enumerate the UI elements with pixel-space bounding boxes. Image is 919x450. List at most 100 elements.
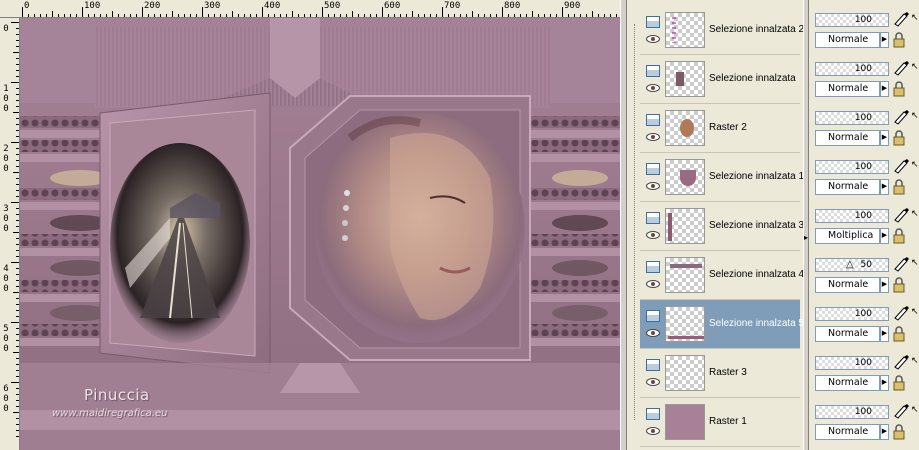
edit-brush-icon[interactable] bbox=[892, 109, 910, 125]
opacity-slider[interactable]: 100 bbox=[815, 405, 889, 419]
lock-icon[interactable] bbox=[892, 179, 910, 195]
layer-type-icon[interactable] bbox=[646, 408, 660, 420]
layer-name[interactable]: Selezione innalzata 5 bbox=[709, 318, 804, 329]
dropdown-arrow-icon[interactable]: ▶ bbox=[880, 81, 889, 97]
layer-row[interactable]: Selezione innalzata 5 bbox=[640, 300, 804, 348]
dropdown-arrow-icon[interactable]: ▶ bbox=[880, 130, 889, 146]
lock-icon[interactable] bbox=[892, 326, 910, 342]
ruler-minor-tick bbox=[610, 14, 611, 17]
layer-name[interactable]: Selezione innalzata 4 bbox=[709, 269, 804, 280]
ruler-label: 0 bbox=[3, 94, 9, 104]
lock-icon[interactable] bbox=[892, 32, 910, 48]
dropdown-arrow-icon[interactable]: ▶ bbox=[880, 32, 889, 48]
opacity-slider[interactable]: 100 bbox=[815, 160, 889, 174]
layer-name[interactable]: Raster 1 bbox=[709, 416, 747, 427]
dropdown-arrow-icon[interactable]: ▶ bbox=[880, 424, 889, 440]
dropdown-arrow-icon[interactable]: ▶ bbox=[880, 228, 889, 244]
layer-type-icon[interactable] bbox=[646, 163, 660, 175]
slider-thumb-icon[interactable]: △ bbox=[846, 259, 854, 271]
layer-type-icon[interactable] bbox=[646, 212, 660, 224]
link-icon[interactable]: ↖ bbox=[911, 355, 919, 365]
visibility-eye-icon[interactable] bbox=[646, 279, 660, 288]
ruler-minor-tick bbox=[16, 88, 19, 89]
visibility-eye-icon[interactable] bbox=[646, 181, 660, 190]
layer-row[interactable]: Raster 2 bbox=[640, 104, 800, 152]
visibility-eye-icon[interactable] bbox=[646, 83, 660, 92]
layer-type-icon[interactable] bbox=[646, 310, 660, 322]
layer-row[interactable]: Raster 3 bbox=[640, 349, 800, 397]
opacity-slider[interactable]: 100 bbox=[815, 356, 889, 370]
edit-brush-icon[interactable] bbox=[892, 354, 910, 370]
layer-type-icon[interactable] bbox=[646, 261, 660, 273]
opacity-slider[interactable]: 100 bbox=[815, 209, 889, 223]
image-canvas[interactable]: Pinuccia www.maidiregrafica.eu bbox=[20, 18, 620, 450]
layer-name[interactable]: Raster 3 bbox=[709, 367, 747, 378]
layer-type-icon[interactable] bbox=[646, 359, 660, 371]
visibility-eye-icon[interactable] bbox=[646, 377, 660, 386]
lock-icon[interactable] bbox=[892, 228, 910, 244]
ruler-tick bbox=[11, 202, 19, 203]
opacity-slider[interactable]: 100 bbox=[815, 111, 889, 125]
layer-row[interactable]: Selezione innalzata 3 bbox=[640, 202, 804, 250]
blend-mode-select[interactable]: Moltiplica bbox=[815, 228, 880, 244]
link-icon[interactable]: ↖ bbox=[911, 110, 919, 120]
blend-mode-select[interactable]: Normale bbox=[815, 179, 880, 195]
blend-mode-select[interactable]: Normale bbox=[815, 32, 880, 48]
visibility-eye-icon[interactable] bbox=[646, 328, 660, 337]
layer-name[interactable]: Selezione innalzata bbox=[709, 73, 796, 84]
visibility-eye-icon[interactable] bbox=[646, 426, 660, 435]
website-watermark: www.maidiregrafica.eu bbox=[52, 408, 168, 419]
opacity-slider[interactable]: 100 bbox=[815, 62, 889, 76]
layer-type-icon[interactable] bbox=[646, 65, 660, 77]
dropdown-arrow-icon[interactable]: ▶ bbox=[880, 277, 889, 293]
link-icon[interactable]: ↖ bbox=[911, 12, 919, 22]
link-icon[interactable]: ↖ bbox=[911, 306, 919, 316]
layer-type-icon[interactable] bbox=[646, 114, 660, 126]
layer-row[interactable]: Raster 1 bbox=[640, 398, 800, 446]
blend-mode-select[interactable]: Normale bbox=[815, 130, 880, 146]
link-icon[interactable]: ↖ bbox=[911, 159, 919, 169]
layer-row[interactable]: Selezione innalzata bbox=[640, 55, 800, 103]
dropdown-arrow-icon[interactable]: ▶ bbox=[880, 326, 889, 342]
link-icon[interactable]: ↖ bbox=[911, 208, 919, 218]
layer-row[interactable]: Selezione innalzata 4 bbox=[640, 251, 804, 299]
layer-name[interactable]: Selezione innalzata 1 bbox=[709, 171, 804, 182]
ruler-label: 0 bbox=[3, 214, 9, 224]
layer-row[interactable]: Selezione innalzata 2 bbox=[640, 6, 804, 54]
edit-brush-icon[interactable] bbox=[892, 60, 910, 76]
blend-mode-select[interactable]: Normale bbox=[815, 424, 880, 440]
edit-brush-icon[interactable] bbox=[892, 207, 910, 223]
lock-icon[interactable] bbox=[892, 375, 910, 391]
link-icon[interactable]: ↖ bbox=[911, 404, 919, 414]
dropdown-arrow-icon[interactable]: ▶ bbox=[880, 179, 889, 195]
layer-type-icon[interactable] bbox=[646, 16, 660, 28]
layer-name[interactable]: Selezione innalzata 3 bbox=[709, 220, 804, 231]
lock-icon[interactable] bbox=[892, 81, 910, 97]
layer-name[interactable]: Raster 2 bbox=[709, 122, 747, 133]
link-icon[interactable]: ↖ bbox=[911, 61, 919, 71]
edit-brush-icon[interactable] bbox=[892, 305, 910, 321]
lock-icon[interactable] bbox=[892, 130, 910, 146]
dropdown-arrow-icon[interactable]: ▶ bbox=[880, 375, 889, 391]
link-icon[interactable]: ↖ bbox=[911, 257, 919, 267]
blend-mode-select[interactable]: Normale bbox=[815, 375, 880, 391]
layer-row[interactable]: Selezione innalzata 1 bbox=[640, 153, 804, 201]
visibility-eye-icon[interactable] bbox=[646, 230, 660, 239]
layer-name[interactable]: Selezione innalzata 2 bbox=[709, 24, 804, 35]
edit-brush-icon[interactable] bbox=[892, 256, 910, 272]
panel-splitter[interactable] bbox=[803, 0, 809, 450]
blend-mode-select[interactable]: Normale bbox=[815, 326, 880, 342]
edit-brush-icon[interactable] bbox=[892, 403, 910, 419]
blend-mode-select[interactable]: Normale bbox=[815, 277, 880, 293]
collapse-arrow-icon[interactable]: ▸ bbox=[803, 231, 809, 245]
edit-brush-icon[interactable] bbox=[892, 158, 910, 174]
lock-icon[interactable] bbox=[892, 424, 910, 440]
opacity-slider[interactable]: △ 50 bbox=[815, 258, 889, 272]
visibility-eye-icon[interactable] bbox=[646, 132, 660, 141]
opacity-slider[interactable]: 100 bbox=[815, 13, 889, 27]
lock-icon[interactable] bbox=[892, 277, 910, 293]
visibility-eye-icon[interactable] bbox=[646, 34, 660, 43]
edit-brush-icon[interactable] bbox=[892, 11, 910, 27]
opacity-slider[interactable]: 100 bbox=[815, 307, 889, 321]
blend-mode-select[interactable]: Normale bbox=[815, 81, 880, 97]
